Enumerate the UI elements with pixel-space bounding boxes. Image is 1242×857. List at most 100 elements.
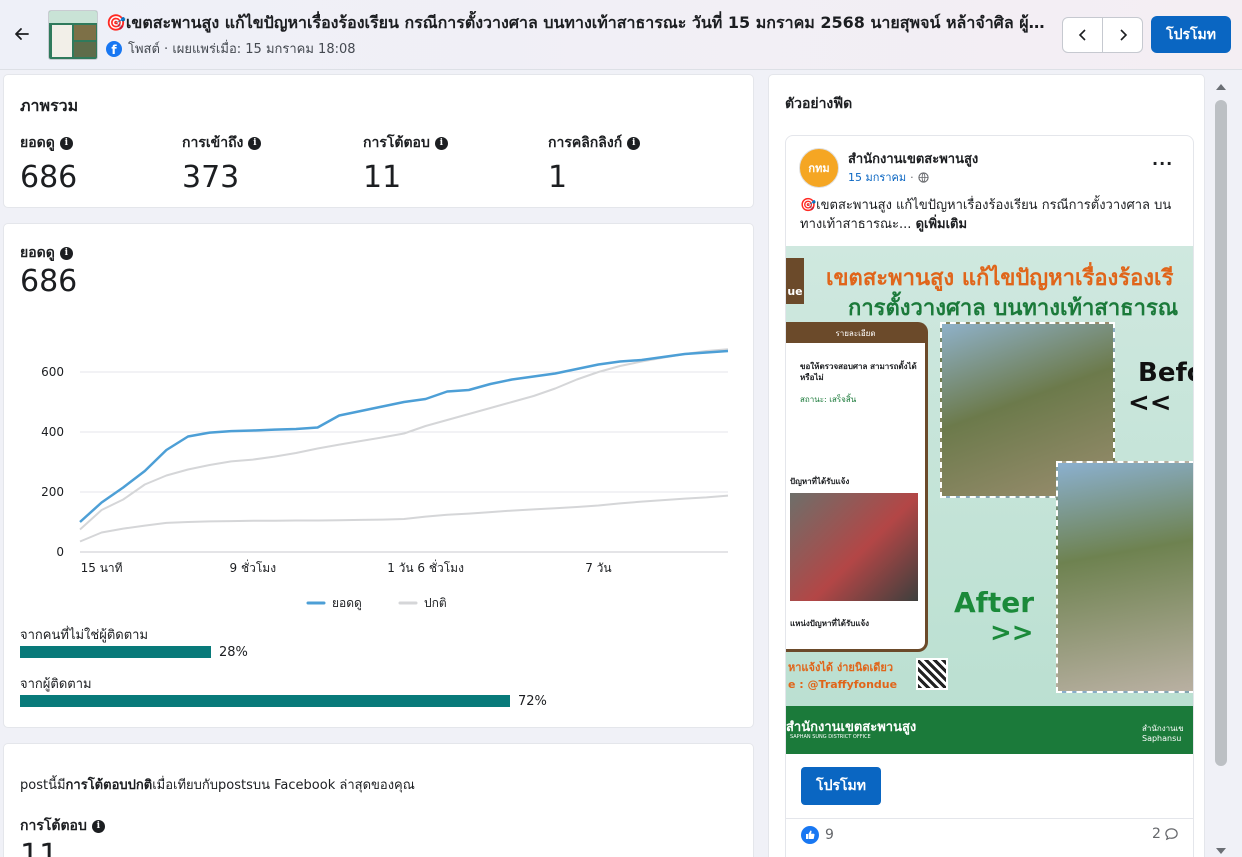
- post-date[interactable]: 15 มกราคม: [848, 168, 906, 186]
- image-before-label: Befo: [1138, 358, 1193, 388]
- image-after-photo: [1056, 461, 1193, 693]
- followers-percent: 72%: [518, 694, 547, 709]
- comparison-sentence: postนี้มีการโต้ตอบปกติเมื่อเทียบกับposts…: [20, 774, 415, 795]
- post-promote-button[interactable]: โปรโมท: [801, 767, 881, 805]
- next-post-button[interactable]: [1102, 18, 1142, 52]
- image-traffy-line: หาแจ้งได้ ง่ายนิดเดียว: [788, 661, 894, 674]
- more-options-icon[interactable]: ···: [1152, 154, 1173, 173]
- overview-title: ภาพรวม: [20, 96, 79, 115]
- post-body-text: 🎯เขตสะพานสูง แก้ไขปัญหาเรื่องร้องเรียน ก…: [800, 198, 1172, 232]
- y-tick-label: 0: [56, 545, 64, 559]
- scroll-up-arrow-icon[interactable]: [1216, 84, 1226, 90]
- x-tick-label: 9 ชั่วโมง: [230, 559, 277, 575]
- info-icon[interactable]: i: [434, 136, 448, 150]
- post-subtitle: f โพสต์ · เผยแพร่เมื่อ: 15 มกราคม 18:08: [106, 38, 356, 59]
- previous-post-button[interactable]: [1063, 18, 1102, 52]
- image-after-arrows: >>: [990, 618, 1034, 648]
- views-chart-card: ยอดดู i 686 0 200 400 600 15 นาที 9 ชั่วโมง 1 ว…: [4, 224, 753, 727]
- image-motorbike-photo: [790, 493, 918, 601]
- facebook-icon: f: [106, 40, 122, 57]
- comparison-prefix: postนี้มี: [20, 778, 66, 793]
- views-chart-label: ยอดดู: [20, 245, 55, 261]
- metric-link-clicks-value: 1: [548, 160, 568, 195]
- post-publish-info: โพสต์ · เผยแพร่เมื่อ: 15 มกราคม 18:08: [128, 42, 356, 57]
- views-chart-header: ยอดดู i: [20, 242, 73, 264]
- legend-label: ยอดดู: [332, 596, 362, 611]
- non-followers-percent: 28%: [219, 645, 248, 660]
- info-icon[interactable]: i: [627, 136, 641, 150]
- non-followers-label: จากคนที่ไม่ใช่ผู้ติดตาม: [20, 628, 149, 643]
- comparison-metric-header: การโต้ตอบ i: [20, 815, 105, 837]
- image-form-line: ขอให้ตรวจสอบศาล สามารถตั้งได้หรือไม่: [800, 362, 917, 382]
- metric-reach-value: 373: [182, 160, 240, 195]
- image-traffy-handle: e : @Traffyfondue: [788, 678, 898, 691]
- image-footer-band: สำนักงานเขตสะพานสูง SAPHAN SUNG DISTRICT…: [786, 706, 1193, 754]
- qr-code-icon: [916, 658, 948, 690]
- series-line-views: [79, 349, 729, 523]
- legend-label: ปกติ: [424, 596, 447, 610]
- info-icon[interactable]: i: [59, 136, 73, 150]
- metric-views: ยอดดู i 686: [20, 132, 77, 195]
- back-arrow-icon[interactable]: [10, 22, 34, 46]
- non-followers-bar: [20, 646, 211, 658]
- comparison-card: postนี้มีการโต้ตอบปกติเมื่อเทียบกับposts…: [4, 744, 753, 857]
- image-traffy-card: รายละเอียด ขอให้ตรวจสอบศาล สามารถตั้งได้…: [786, 322, 928, 652]
- comment-icon: [1165, 827, 1178, 840]
- overview-card: ภาพรวม ยอดดู i 686 การเข้าถึง i 373 การโต้…: [4, 75, 753, 207]
- x-tick-label: 1 วัน 6 ชั่วโมง: [387, 559, 464, 575]
- scrollbar-thumb[interactable]: [1215, 100, 1227, 766]
- post-thumbnail: [48, 10, 98, 60]
- chevron-left-icon: [1078, 29, 1086, 41]
- likes-row[interactable]: 9: [801, 826, 834, 844]
- metric-interactions-label: การโต้ตอบ: [363, 135, 430, 151]
- promote-button[interactable]: โปรโมท: [1151, 16, 1231, 53]
- feed-preview-title: ตัวอย่างฟีด: [785, 96, 853, 112]
- post-body: 🎯เขตสะพานสูง แก้ไขปัญหาเรื่องร้องเรียน ก…: [800, 196, 1182, 234]
- image-office-en: SAPHAN SUNG DISTRICT OFFICE: [790, 734, 871, 740]
- post-image[interactable]: ue เขตสะพานสูง แก้ไขปัญหาเรื่องร้องเรี ก…: [786, 246, 1193, 754]
- y-tick-label: 200: [41, 485, 64, 499]
- metric-views-label: ยอดดู: [20, 135, 55, 151]
- comparison-bold: การโต้ตอบปกติ: [65, 778, 153, 793]
- image-form-header: รายละเอียด: [786, 325, 925, 343]
- post-preview: กทม สำนักงานเขตสะพานสูง 15 มกราคม · ··· …: [785, 135, 1194, 857]
- page-avatar[interactable]: กทม: [799, 148, 839, 188]
- metric-reach-label: การเข้าถึง: [182, 135, 244, 151]
- followers-label: จากผู้ติดตาม: [20, 677, 92, 692]
- image-form-status: สถานะ: เสร็จสิ้น: [800, 395, 857, 404]
- info-icon[interactable]: i: [248, 136, 262, 150]
- see-more-link[interactable]: ดูเพิ่มเติม: [916, 217, 967, 232]
- comments-count: 2: [1152, 826, 1161, 842]
- x-tick-label: 15 นาที: [81, 561, 123, 575]
- image-headline-2: การตั้งวางศาล บนทางเท้าสาธารณ: [848, 296, 1179, 321]
- y-tick-label: 600: [41, 365, 64, 379]
- views-line-chart: 0 200 400 600 15 นาที 9 ชั่วโมง 1 วัน 6 ชั่วโม…: [41, 348, 729, 611]
- image-before-arrows: <<: [1128, 388, 1172, 418]
- metric-views-value: 686: [20, 160, 78, 195]
- scroll-down-arrow-icon[interactable]: [1216, 848, 1226, 854]
- feed-scrollbar[interactable]: [1213, 78, 1229, 856]
- like-icon: [801, 826, 819, 844]
- info-icon[interactable]: i: [59, 246, 73, 260]
- series-line-typical-lower: [79, 494, 729, 543]
- comparison-metric-label: การโต้ตอบ: [20, 818, 87, 834]
- info-icon[interactable]: i: [91, 819, 105, 833]
- image-after-label: After: [954, 586, 1035, 619]
- metric-link-clicks-label: การคลิกลิงก์: [548, 135, 623, 151]
- page-name[interactable]: สำนักงานเขตสะพานสูง: [848, 148, 978, 169]
- post-title: 🎯เขตสะพานสูง แก้ไขปัญหาเรื่องร้องเรียน ก…: [106, 13, 1052, 32]
- comparison-suffix: เมื่อเทียบกับpostsบน Facebook ล่าสุดของค…: [152, 778, 415, 793]
- followers-bar: [20, 695, 510, 707]
- x-tick-label: 7 วัน: [585, 561, 611, 575]
- metric-interactions: การโต้ตอบ i 11: [363, 132, 448, 195]
- comments-row[interactable]: 2: [1152, 826, 1179, 842]
- views-chart-value: 686: [20, 264, 78, 299]
- top-bar: 🎯เขตสะพานสูง แก้ไขปัญหาเรื่องร้องเรียน ก…: [0, 0, 1242, 70]
- metric-interactions-value: 11: [363, 160, 402, 195]
- likes-count: 9: [825, 827, 834, 843]
- globe-icon: [917, 171, 929, 183]
- comparison-metric-value: 11: [20, 838, 59, 857]
- image-problem-place: แหน่งปัญหาที่ได้รับแจ้ง: [790, 619, 870, 628]
- metric-reach: การเข้าถึง i 373: [182, 132, 262, 195]
- image-footer-right-2: Saphansu: [1142, 734, 1182, 743]
